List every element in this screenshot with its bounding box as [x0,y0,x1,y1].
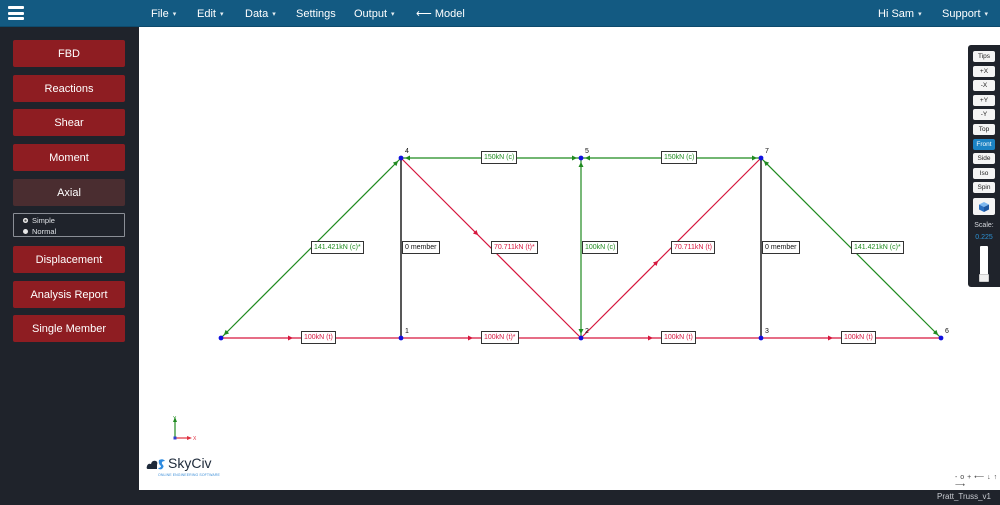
project-name: Pratt_Truss_v1 [937,492,991,501]
x-axis-arrow [187,436,192,440]
scale-slider-thumb[interactable] [979,274,989,282]
x-axis-label: X [193,436,197,442]
caret-down-icon: ▾ [219,10,224,18]
member-force-label: 100kN (t)* [481,331,519,344]
caret-down-icon: ▾ [984,10,989,18]
caret-down-icon: ▾ [391,10,395,18]
top-navbar: File ▾ Edit ▾ Data ▾ Settings Output ▾ ⟵ Model Hi… [0,0,1000,27]
reactions-button[interactable]: Reactions [13,75,125,102]
view-toolbar: Tips +X -X +Y -Y Top Front Side Iso Spin Scale: 0… [968,45,1000,287]
view-button-spin[interactable]: Spin [973,182,995,194]
single-member-button[interactable]: Single Member [13,315,125,342]
member-force-label: 141.421kN (c)* [311,241,364,254]
moment-button[interactable]: Moment [13,144,125,171]
node-label: 4 [405,148,409,155]
z-axis-marker [173,436,177,440]
node-label: 1 [405,328,409,335]
node-label: 2 [585,328,589,335]
menu-5[interactable]: ⟵ Model [416,0,465,27]
radio-simple[interactable]: Simple [14,215,124,226]
member-force-label: 141.421kN (c)* [851,241,904,254]
radio-normal-label: Normal [32,227,57,236]
logo-name: SkyCiv [168,455,212,471]
node-label: 5 [585,148,589,155]
radio-normal[interactable]: Normal [14,226,124,237]
menu-4[interactable]: Output ▾ [354,0,395,27]
support-menu-label: Support [942,7,981,20]
member-force-label: 100kN (t) [661,331,696,344]
member-force-label: 150kN (c) [481,151,518,164]
menu-label: Data [245,7,269,20]
status-footer: Pratt_Truss_v1 [139,490,1000,505]
user-menu[interactable]: Hi Sam ▾ [878,0,922,27]
user-menu-label: Hi Sam [878,7,915,20]
member-force-label: 150kN (c) [661,151,698,164]
scale-label: Scale: [974,222,994,229]
member-force-label: 100kN (t) [841,331,876,344]
member-force-label: 100kN (t) [301,331,336,344]
menu-0[interactable]: File ▾ [151,0,176,27]
logo-tagline: ONLINE ENGINEERING SOFTWARE [158,473,220,477]
view-button-minus-y[interactable]: -Y [973,109,995,121]
menu-3[interactable]: Settings [296,0,336,27]
shear-button[interactable]: Shear [13,109,125,136]
menu-label: Output [354,7,388,20]
analysis-report-button[interactable]: Analysis Report [13,281,125,308]
support-menu[interactable]: Support ▾ [942,0,988,27]
radio-simple-label: Simple [32,216,55,225]
caret-down-icon: ▾ [172,10,177,18]
skyciv-cloud-icon [146,459,165,470]
3d-view-button[interactable] [973,198,995,215]
model-canvas[interactable] [139,27,1000,490]
view-button-front[interactable]: Front [973,138,995,150]
radio-selected-icon[interactable] [23,218,28,223]
menu-1[interactable]: Edit ▾ [197,0,223,27]
member-force-label: 0 member [762,241,800,254]
view-navigation-controls[interactable]: - o + ⟵ ↓ ↑ ⟶ [955,473,1000,489]
member-force-label: 100kN (c) [582,241,619,254]
node-label: 3 [765,328,769,335]
results-sidebar: FBD Reactions Shear Moment Axial Simple … [0,27,139,505]
view-button-minus-x[interactable]: -X [973,80,995,92]
fbd-button[interactable]: FBD [13,40,125,67]
member-force-label: 70.711kN (t)* [491,241,538,254]
axial-display-options: Simple Normal [13,213,125,237]
menu-label: Edit [197,7,216,20]
displacement-button[interactable]: Displacement [13,246,125,273]
node-label: 7 [765,148,769,155]
node-label: 6 [945,328,949,335]
axis-triad: Y X [173,416,197,442]
caret-down-icon: ▾ [272,10,276,18]
member-force-label: 70.711kN (t) [671,241,715,254]
radio-unselected-icon[interactable] [23,229,28,234]
caret-down-icon: ▾ [918,10,922,18]
view-button-top[interactable]: Top [973,124,995,135]
view-button-tips[interactable]: Tips [973,51,995,62]
menu-label: File [151,7,169,20]
view-button-side[interactable]: Side [973,153,995,165]
view-button-plus-y[interactable]: +Y [973,94,995,106]
axial-button[interactable]: Axial [13,179,125,206]
hamburger-icon[interactable] [8,6,24,20]
scale-value: 0.225 [975,234,993,241]
menu-2[interactable]: Data ▾ [245,0,276,27]
menu-label: ⟵ Model [416,8,465,20]
menu-label: Settings [296,7,336,20]
member-force-label: 0 member [402,241,440,254]
view-button-iso[interactable]: Iso [973,167,995,179]
view-button-plus-x[interactable]: +X [973,65,995,77]
3d-cube-icon [979,201,989,212]
scale-slider[interactable] [979,246,989,282]
